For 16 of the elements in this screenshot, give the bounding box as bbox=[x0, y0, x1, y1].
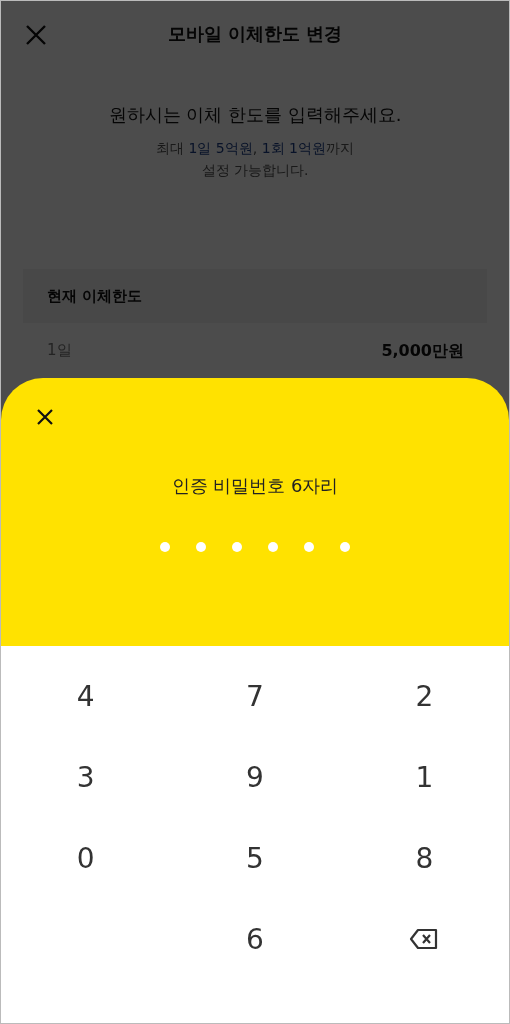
limit-value: 5,000만원 bbox=[381, 341, 464, 362]
pin-title: 인증 비밀번호 6자리 bbox=[171, 474, 339, 498]
digit-key[interactable]: 2 bbox=[374, 661, 475, 731]
digit-key[interactable]: 1 bbox=[374, 742, 475, 812]
prompt-text: 원하시는 이체 한도를 입력해주세요. bbox=[108, 103, 402, 127]
digit-key[interactable]: 0 bbox=[35, 823, 136, 893]
close-icon[interactable] bbox=[36, 408, 54, 426]
digit-key[interactable]: 4 bbox=[35, 661, 136, 731]
digit-key[interactable]: 9 bbox=[205, 742, 305, 812]
digit-key[interactable]: 5 bbox=[205, 823, 305, 893]
backspace-icon bbox=[409, 928, 440, 950]
digit-key[interactable]: 7 bbox=[205, 661, 305, 731]
digit-key[interactable]: 8 bbox=[374, 823, 475, 893]
screen-title: 모바일 이체한도 변경 bbox=[167, 22, 343, 46]
digit-key[interactable]: 6 bbox=[205, 904, 305, 974]
digit-key[interactable]: 3 bbox=[35, 742, 136, 812]
